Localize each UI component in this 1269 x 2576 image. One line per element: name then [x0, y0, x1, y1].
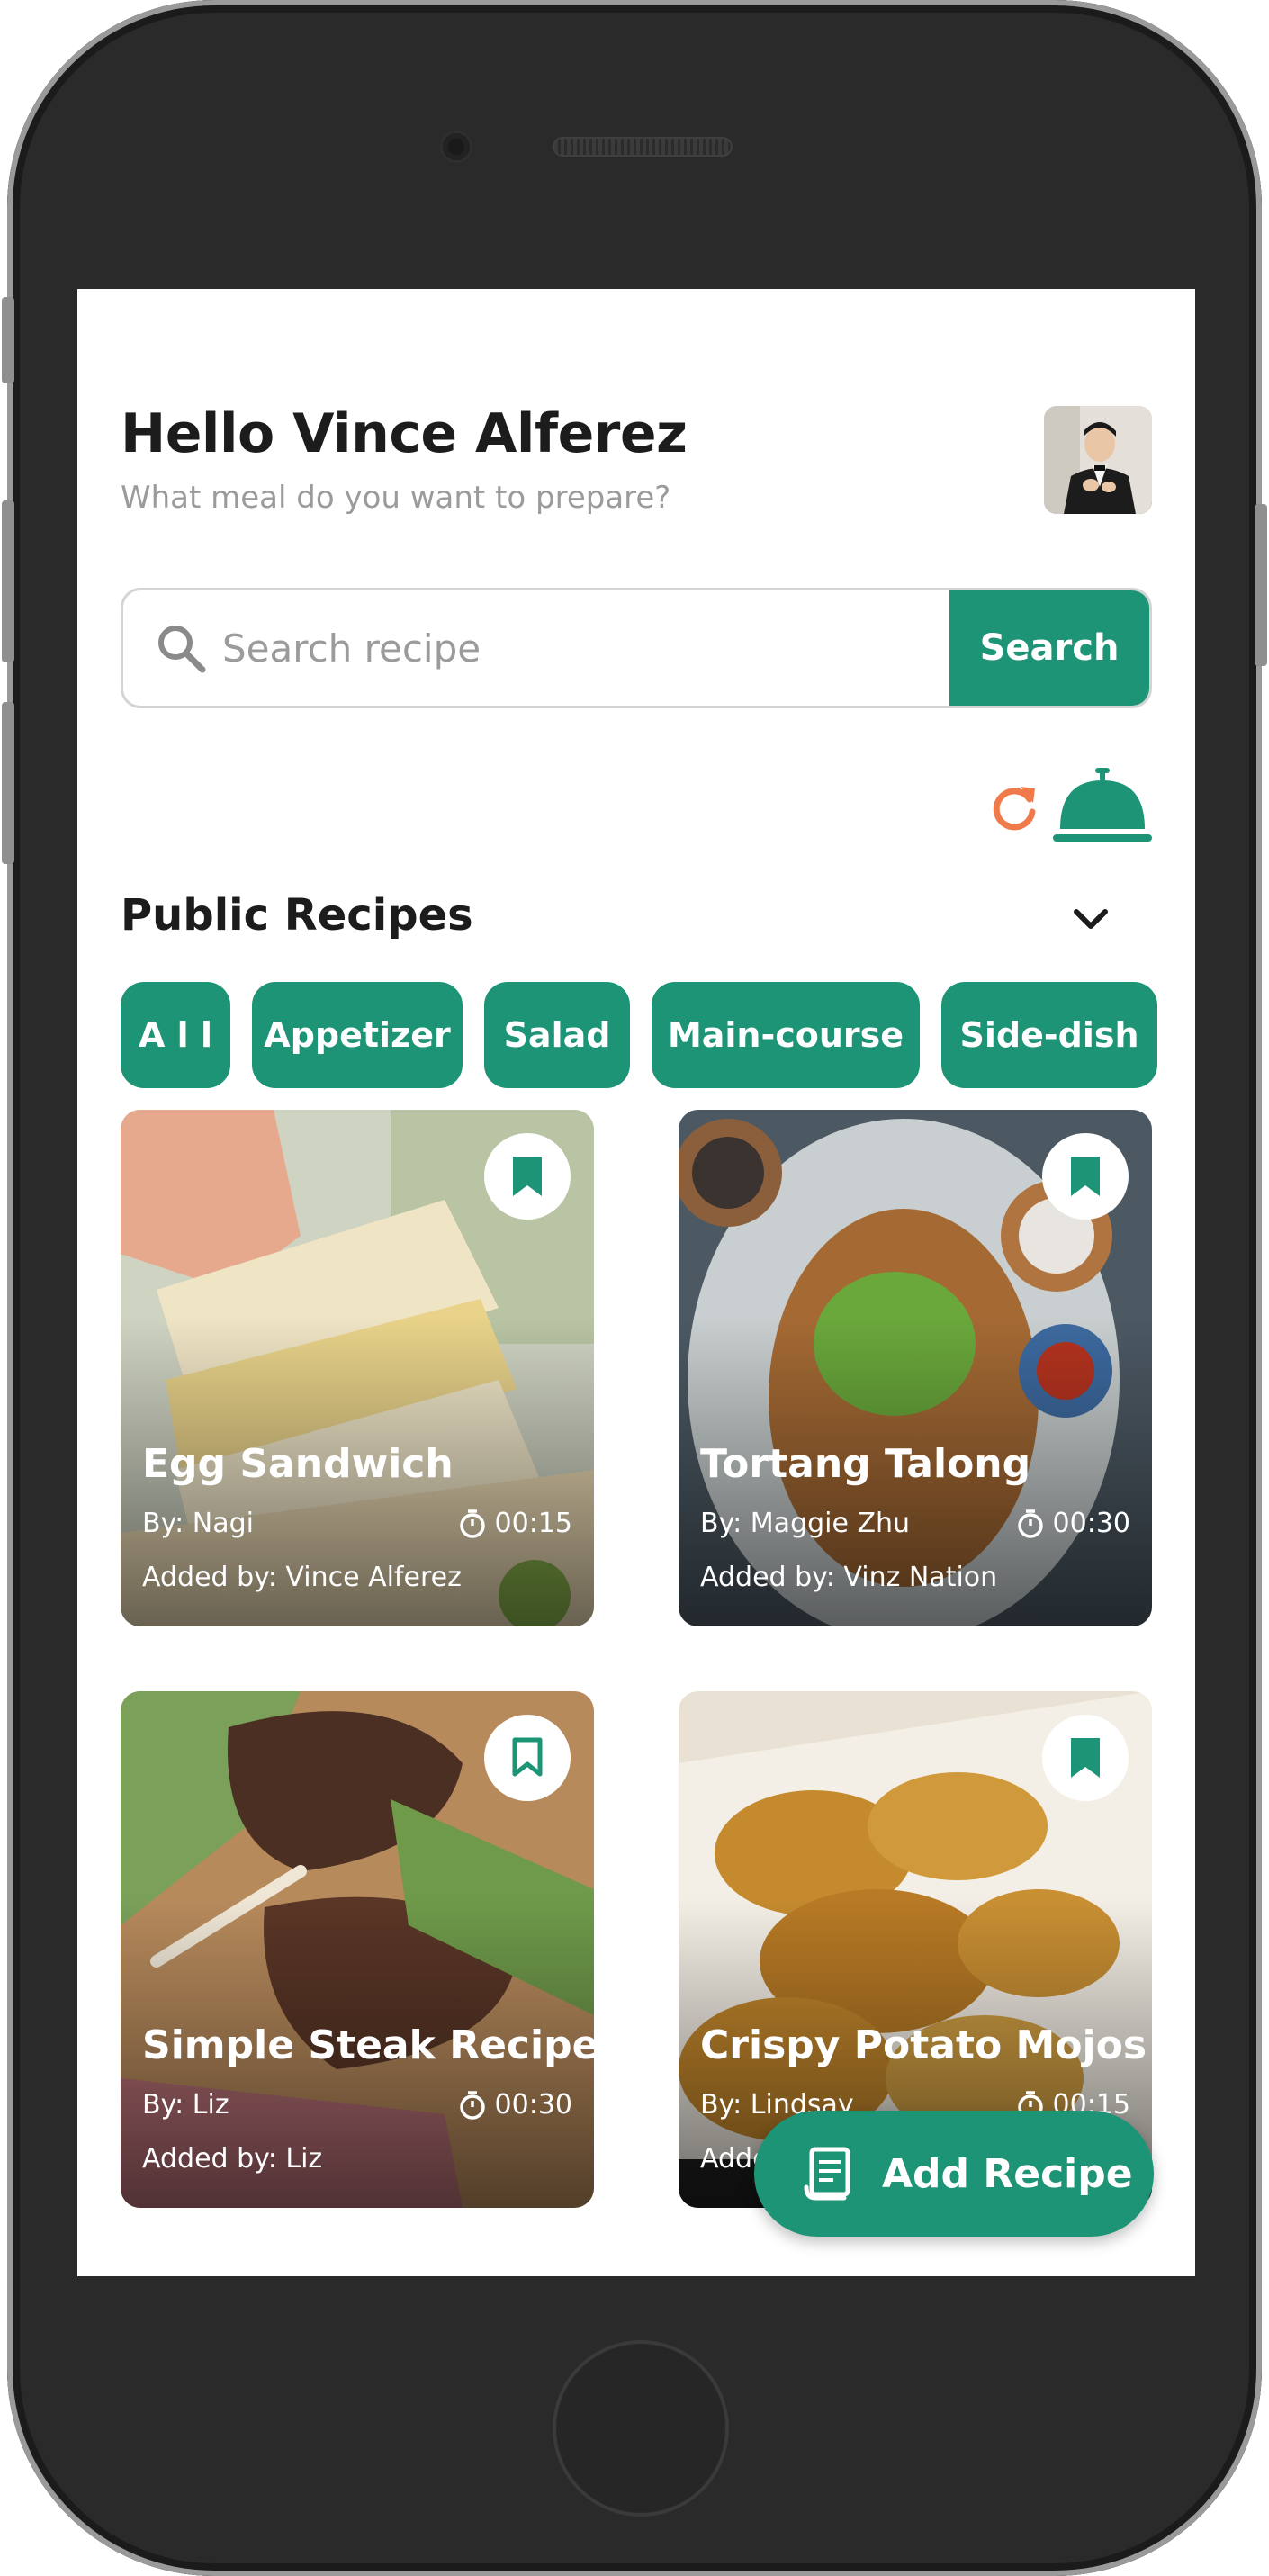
- recipe-card[interactable]: Tortang Talong By: Maggie Zhu 00:30 Adde…: [679, 1110, 1152, 1626]
- recipe-time: 00:30: [1015, 1508, 1130, 1539]
- recipe-card[interactable]: Simple Steak Recipe By: Liz 00:30 Added …: [121, 1691, 594, 2208]
- recipe-title: Tortang Talong: [700, 1441, 1031, 1487]
- refresh-icon[interactable]: [986, 779, 1042, 835]
- chevron-down-icon[interactable]: [1069, 897, 1112, 941]
- section-title: Public Recipes: [121, 890, 473, 941]
- bookmark-button[interactable]: [484, 1133, 571, 1220]
- search-bar: Search: [121, 588, 1152, 708]
- recipe-card[interactable]: Egg Sandwich By: Nagi 00:15 Added by: Vi…: [121, 1110, 594, 1626]
- bookmark-outline-icon: [512, 1737, 543, 1777]
- phone-frame: Hello Vince Alferez What meal do you wan…: [2, 0, 1267, 2576]
- bookmark-button[interactable]: [1042, 1133, 1129, 1220]
- greeting-title: Hello Vince Alferez: [121, 402, 688, 465]
- add-recipe-label: Add Recipe: [882, 2150, 1133, 2197]
- volume-down-button: [2, 702, 14, 864]
- search-input[interactable]: [222, 590, 906, 706]
- recipe-author: By: Nagi: [142, 1508, 254, 1539]
- app-screen: Hello Vince Alferez What meal do you wan…: [77, 289, 1195, 2276]
- search-icon: [158, 626, 206, 673]
- recipe-added-by: Added by: Vince Alferez: [142, 1562, 462, 1593]
- recipe-time-value: 00:15: [494, 1508, 572, 1539]
- bookmark-filled-icon: [1071, 1157, 1100, 1196]
- avatar-portrait: [1044, 406, 1152, 514]
- bookmark-filled-icon: [513, 1157, 542, 1196]
- recipe-author: By: Maggie Zhu: [700, 1508, 911, 1539]
- chip-appetizer[interactable]: Appetizer: [252, 982, 463, 1088]
- timer-icon: [459, 2090, 485, 2120]
- chip-main-course[interactable]: Main-course: [652, 982, 920, 1088]
- avatar[interactable]: [1044, 406, 1152, 514]
- service-bell-icon[interactable]: [1053, 766, 1152, 849]
- mute-switch: [2, 297, 14, 383]
- timer-icon: [459, 1509, 485, 1538]
- recipe-added-by: Added by: Vinz Nation: [700, 1562, 998, 1593]
- power-button: [1255, 504, 1267, 666]
- timer-icon: [1017, 1509, 1043, 1538]
- recipe-document-icon: [804, 2147, 850, 2201]
- bookmark-filled-icon: [1071, 1738, 1100, 1778]
- bookmark-button[interactable]: [484, 1715, 571, 1801]
- bookmark-button[interactable]: [1042, 1715, 1129, 1801]
- chip-salad[interactable]: Salad: [484, 982, 630, 1088]
- recipe-time: 00:15: [457, 1508, 572, 1539]
- recipe-added-by: Added by: Liz: [142, 2143, 323, 2175]
- recipe-time: 00:30: [457, 2089, 572, 2121]
- chip-side-dish[interactable]: Side-dish: [941, 982, 1157, 1088]
- recipe-title: Crispy Potato Mojos: [700, 2022, 1148, 2068]
- chip-all[interactable]: A l l: [121, 982, 230, 1088]
- recipe-time-value: 00:30: [1052, 1508, 1130, 1539]
- front-camera: [443, 133, 470, 160]
- recipe-title: Egg Sandwich: [142, 1441, 454, 1487]
- search-button[interactable]: Search: [950, 590, 1149, 706]
- recipe-title: Simple Steak Recipe: [142, 2022, 594, 2068]
- volume-up-button: [2, 500, 14, 662]
- home-button[interactable]: [553, 2340, 729, 2517]
- recipe-time-value: 00:30: [494, 2089, 572, 2121]
- greeting-subtitle: What meal do you want to prepare?: [121, 480, 671, 516]
- earpiece-speaker: [553, 137, 733, 157]
- category-chips: A l l Appetizer Salad Main-course Side-d…: [121, 982, 1157, 1088]
- add-recipe-button[interactable]: Add Recipe: [754, 2111, 1154, 2237]
- recipe-author: By: Liz: [142, 2089, 230, 2121]
